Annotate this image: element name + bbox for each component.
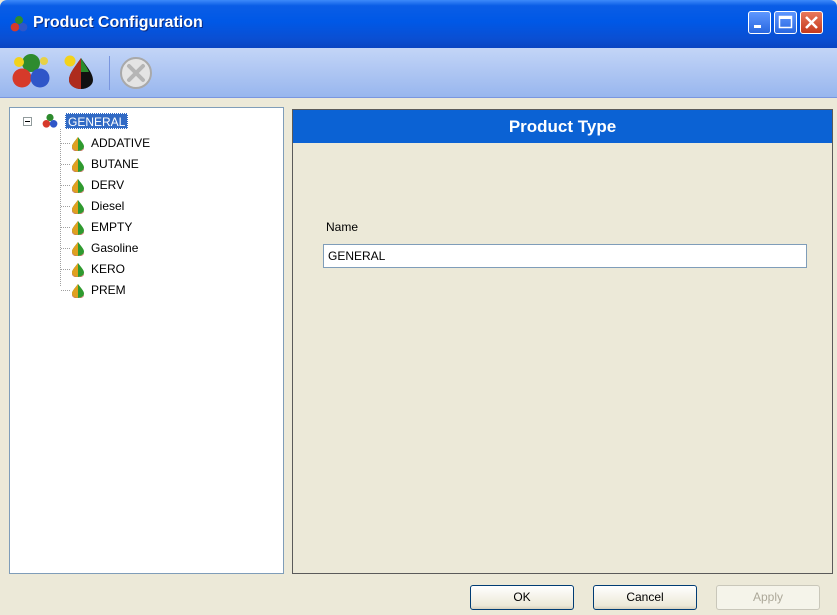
title-bar[interactable]: Product Configuration	[0, 0, 837, 48]
tree-node-label: EMPTY	[91, 220, 133, 234]
product-tree[interactable]: GENERAL ADDATIVE BUTANE DERV Diesel EMPT…	[9, 107, 284, 574]
window-title: Product Configuration	[33, 14, 203, 31]
name-field[interactable]	[323, 244, 807, 268]
delete-button[interactable]	[116, 52, 156, 92]
maximize-button[interactable]	[774, 11, 797, 34]
product-drop-icon	[71, 199, 85, 214]
product-drop-icon	[71, 136, 85, 151]
name-label: Name	[326, 220, 359, 234]
minimize-icon	[754, 25, 761, 28]
collapse-toggle[interactable]	[23, 117, 32, 126]
app-icon	[10, 15, 28, 33]
close-button[interactable]	[800, 11, 823, 34]
tree-node-label: KERO	[91, 262, 126, 276]
product-drop-icon	[71, 241, 85, 256]
tree-node-addative[interactable]: ADDATIVE	[10, 133, 280, 154]
minimize-button[interactable]	[748, 11, 771, 34]
apply-button[interactable]: Apply	[716, 585, 820, 610]
tree-connector	[61, 290, 70, 291]
tree-node-kero[interactable]: KERO	[10, 259, 280, 280]
tree-connector	[61, 248, 70, 249]
close-icon	[805, 16, 818, 29]
ok-button[interactable]: OK	[470, 585, 574, 610]
tree-node-butane[interactable]: BUTANE	[10, 154, 280, 175]
add-group-button[interactable]	[11, 52, 51, 92]
add-product-button[interactable]	[61, 52, 101, 92]
tree-node-derv[interactable]: DERV	[10, 175, 280, 196]
product-type-panel: Product Type Name	[292, 109, 833, 574]
product-drop-icon	[71, 283, 85, 298]
tree-connector	[61, 227, 70, 228]
tree-node-diesel[interactable]: Diesel	[10, 196, 280, 217]
cancel-button[interactable]: Cancel	[593, 585, 697, 610]
panel-title: Product Type	[293, 110, 832, 143]
product-drop-icon	[64, 55, 93, 89]
tree-connector	[61, 143, 70, 144]
tree-connector	[61, 164, 70, 165]
tree-node-general[interactable]: GENERAL	[65, 113, 129, 129]
product-group-icon	[42, 113, 58, 129]
product-group-icon	[12, 54, 50, 88]
tree-node-empty[interactable]: EMPTY	[10, 217, 280, 238]
tree-node-label: Gasoline	[91, 241, 139, 255]
tree-connector	[61, 206, 70, 207]
tree-node-label: Diesel	[91, 199, 125, 213]
product-drop-icon	[71, 262, 85, 277]
product-drop-icon	[71, 220, 85, 235]
tree-node-label: DERV	[91, 178, 125, 192]
tree-connector	[61, 269, 70, 270]
delete-icon	[120, 57, 152, 89]
tree-node-prem[interactable]: PREM	[10, 280, 280, 301]
tree-node-label: BUTANE	[91, 157, 139, 171]
tree-node-label: ADDATIVE	[91, 136, 151, 150]
product-drop-icon	[71, 178, 85, 193]
maximize-icon	[778, 15, 793, 29]
tree-connector	[61, 185, 70, 186]
tree-node-label: PREM	[91, 283, 126, 297]
toolbar-separator	[109, 56, 110, 90]
tree-node-gasoline[interactable]: Gasoline	[10, 238, 280, 259]
product-drop-icon	[71, 157, 85, 172]
toolbar	[0, 48, 837, 98]
